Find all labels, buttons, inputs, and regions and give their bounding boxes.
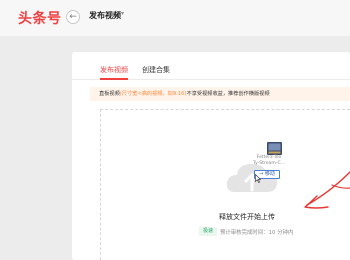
chevron-down-icon[interactable]: ▾: [121, 10, 124, 17]
tab-bar: 发布视频 创建合集: [72, 52, 350, 80]
notice-size-hint: (尺寸宽<高的视频，如9:16): [119, 91, 187, 97]
fast-review-badge: 极速: [199, 227, 218, 236]
tab-create-collection[interactable]: 创建合集: [142, 65, 170, 75]
arrow-left-icon: ←: [69, 12, 77, 22]
dragged-file-name: Fetterz-Teo Ty-Stream-C...: [252, 155, 286, 166]
tab-publish-video[interactable]: 发布视频: [100, 65, 128, 75]
back-button[interactable]: ←: [66, 10, 80, 24]
dragged-file-thumbnail: [267, 140, 282, 155]
upload-release-hint: 释放文件开始上传: [219, 213, 275, 221]
notice-text: 不享受视频收益，推荐创作横版视频: [186, 91, 270, 97]
vertical-video-notice: 直板视频(尺寸宽<高的视频，如9:16)不享受视频收益，推荐创作横版视频: [90, 87, 350, 101]
active-tab-indicator: [100, 78, 128, 80]
review-time-text: 预计审核完成时间：10 分钟内: [220, 230, 294, 236]
top-bar: 头条号 ← 发布视频 ▾: [0, 0, 350, 36]
mouse-cursor-icon: [255, 168, 262, 187]
app-logo[interactable]: 头条号: [18, 8, 62, 28]
notice-highlight: 直板视频: [99, 91, 120, 97]
page-title[interactable]: 发布视频: [89, 10, 121, 21]
